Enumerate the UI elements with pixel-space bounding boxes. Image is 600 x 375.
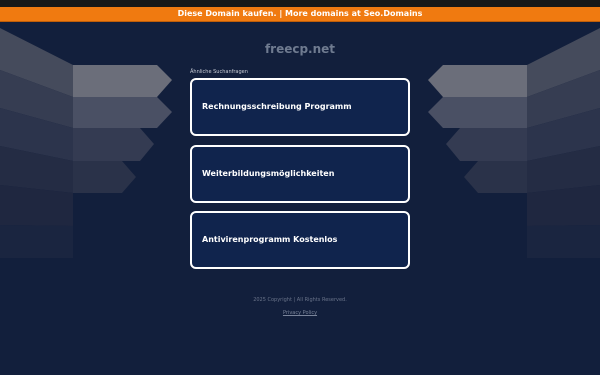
related-search-item[interactable]: Antivirenprogramm Kostenlos: [190, 211, 410, 269]
related-search-label: Antivirenprogramm Kostenlos: [202, 235, 338, 244]
site-title: freecp.net: [264, 42, 336, 56]
related-search-label: Rechnungsschreibung Programm: [202, 102, 352, 111]
page: Diese Domain kaufen. | More domains at S…: [0, 0, 600, 375]
related-search-item[interactable]: Rechnungsschreibung Programm: [190, 78, 410, 136]
related-search-item[interactable]: Weiterbildungsmöglichkeiten: [190, 145, 410, 203]
copyright-text: 2025 Copyright | All Rights Reserved.: [253, 297, 347, 303]
related-searches-label: Ähnliche Suchanfragen: [190, 69, 248, 75]
related-search-label: Weiterbildungsmöglichkeiten: [202, 169, 335, 178]
privacy-policy: Privacy Policy: [0, 310, 600, 316]
privacy-policy-link[interactable]: Privacy Policy: [283, 310, 317, 316]
